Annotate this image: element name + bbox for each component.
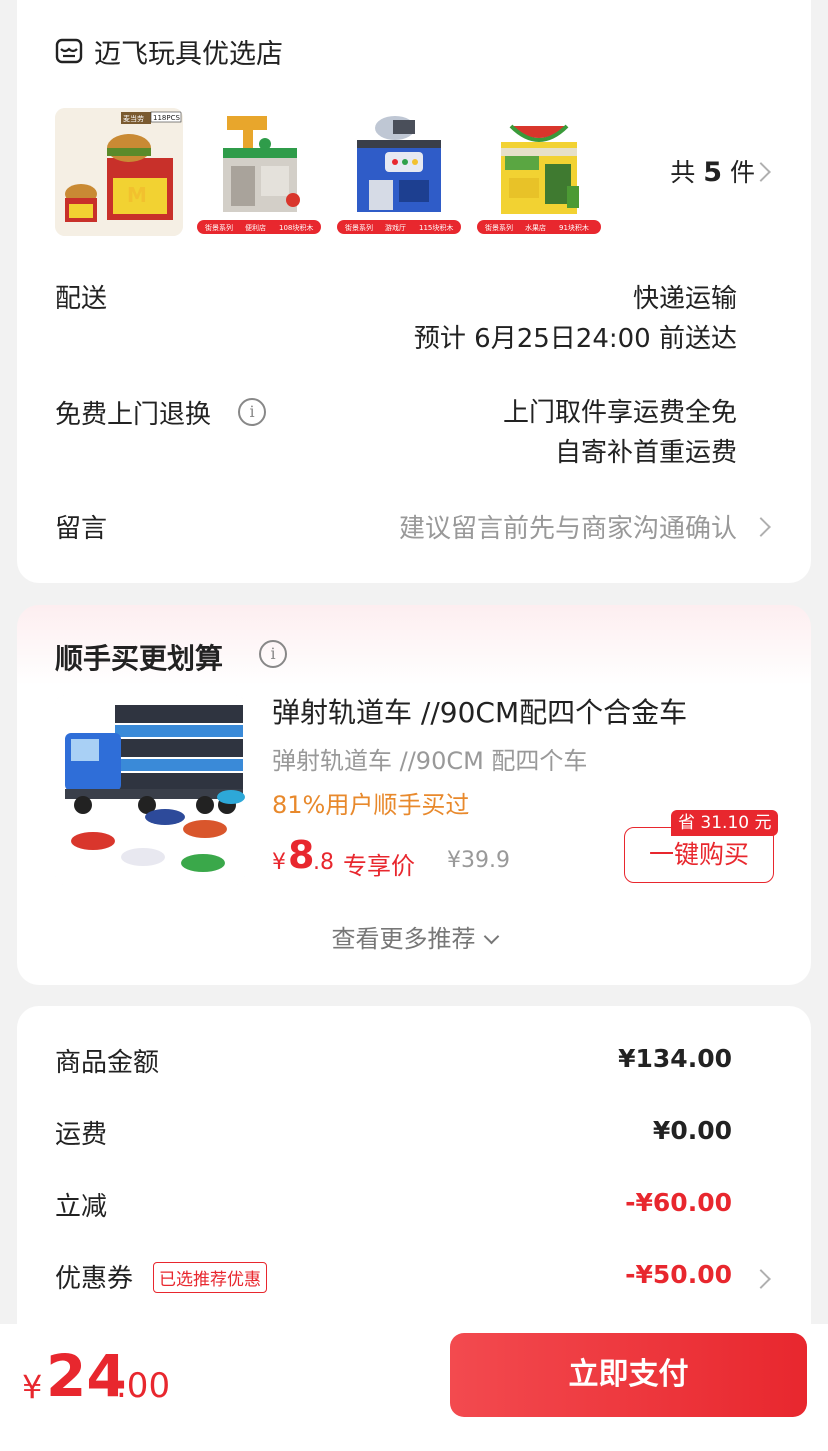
- coupon-value[interactable]: -¥50.00: [432, 1260, 732, 1289]
- item-count-prefix: 共: [670, 158, 696, 187]
- info-icon[interactable]: i: [259, 640, 287, 668]
- delivery-label: 配送: [55, 284, 108, 314]
- buy-percent-text: 81%用户顺手买过: [272, 791, 470, 819]
- recommended-product-name[interactable]: 弹射轨道车 //90CM配四个合金车: [272, 691, 687, 731]
- price-currency: ¥: [272, 850, 286, 875]
- discount-value: -¥60.00: [625, 1188, 732, 1217]
- coupon-label: 优惠券: [55, 1264, 134, 1294]
- price-decimal: .8: [313, 850, 334, 875]
- see-more-label: 查看更多推荐: [331, 925, 476, 953]
- product-thumb-1[interactable]: 麦当劳 118PCS M: [55, 108, 183, 236]
- recommendation-title: 顺手买更划算: [55, 642, 224, 675]
- chevron-down-icon: [483, 928, 499, 945]
- thumb-tag: 街景系列: [345, 223, 373, 232]
- checkout-bar: ¥ 24 .00 立即支付: [0, 1324, 828, 1451]
- store-icon: [55, 38, 83, 64]
- thumb-box-label: 麦当劳: [123, 114, 144, 123]
- discount-label: 立减: [55, 1192, 108, 1222]
- product-thumb-4[interactable]: 街景系列 水果店 91块积木: [475, 108, 603, 236]
- recommended-product-subtitle: 弹射轨道车 //90CM 配四个车: [272, 747, 588, 775]
- store-name[interactable]: 迈飞玩具优选店: [94, 32, 283, 71]
- shipping-value: ¥0.00: [652, 1116, 732, 1145]
- coupon-tag: 已选推荐优惠: [153, 1262, 267, 1293]
- message-label: 留言: [55, 514, 108, 544]
- price-integer: 8: [288, 833, 315, 877]
- message-input[interactable]: 建议留言前先与商家沟通确认: [317, 508, 737, 545]
- delivery-method: 快递运输: [632, 284, 737, 314]
- save-badge: 省 31.10 元: [671, 810, 779, 836]
- chevron-right-icon[interactable]: [751, 517, 771, 537]
- see-more-recommendations[interactable]: 查看更多推荐: [17, 919, 811, 954]
- delivery-eta: 预计 6月25日24:00 前送达: [413, 324, 737, 354]
- total-decimal: .00: [116, 1366, 171, 1406]
- thumb-tag: 街景系列: [205, 223, 233, 232]
- item-count[interactable]: 共 5 件: [637, 153, 755, 189]
- original-price: ¥39.9: [447, 848, 510, 873]
- product-thumb-2[interactable]: 街景系列 便利店 108块积木: [195, 108, 323, 236]
- thumb-tag: 108块积木: [279, 223, 313, 232]
- info-icon[interactable]: i: [238, 398, 266, 426]
- thumb-pcs-label: 118PCS: [153, 114, 180, 122]
- free-return-label: 免费上门退换: [55, 400, 212, 430]
- return-line-2: 自寄补首重运费: [554, 438, 737, 468]
- subtotal-value: ¥134.00: [618, 1044, 732, 1073]
- return-line-1: 上门取件享运费全免: [502, 398, 737, 428]
- thumb-tag: 91块积木: [559, 223, 589, 232]
- thumb-tag: 115块积木: [419, 223, 453, 232]
- price-tag: 专享价: [343, 852, 415, 880]
- thumb-tag: 便利店: [245, 223, 266, 232]
- pay-now-button[interactable]: 立即支付: [450, 1333, 807, 1417]
- total-integer: 24: [46, 1342, 127, 1410]
- shipping-label: 运费: [55, 1120, 108, 1150]
- chevron-right-icon[interactable]: [751, 1269, 771, 1289]
- svg-text:M: M: [127, 183, 147, 207]
- thumb-tag: 水果店: [525, 223, 546, 232]
- recommended-product-image[interactable]: [55, 695, 245, 885]
- thumb-tag: 游戏厅: [385, 223, 406, 232]
- subtotal-label: 商品金额: [55, 1048, 160, 1078]
- thumb-tag: 街景系列: [485, 223, 513, 232]
- product-thumb-3[interactable]: 街景系列 游戏厅 115块积木: [335, 108, 463, 236]
- recommendation-card: 顺手买更划算 i 弹射轨道车 //90CM配四个合金车 弹射轨道车 //90CM…: [17, 605, 811, 985]
- price-summary-card: 商品金额 ¥134.00 运费 ¥0.00 立减 -¥60.00 优惠券 已选推…: [17, 1006, 811, 1366]
- order-card: 迈飞玩具优选店 麦当劳 118PCS M 街景系列 便利店 108块积木 街景系…: [17, 0, 811, 583]
- item-count-number: 5: [703, 157, 723, 188]
- total-currency: ¥: [22, 1368, 43, 1406]
